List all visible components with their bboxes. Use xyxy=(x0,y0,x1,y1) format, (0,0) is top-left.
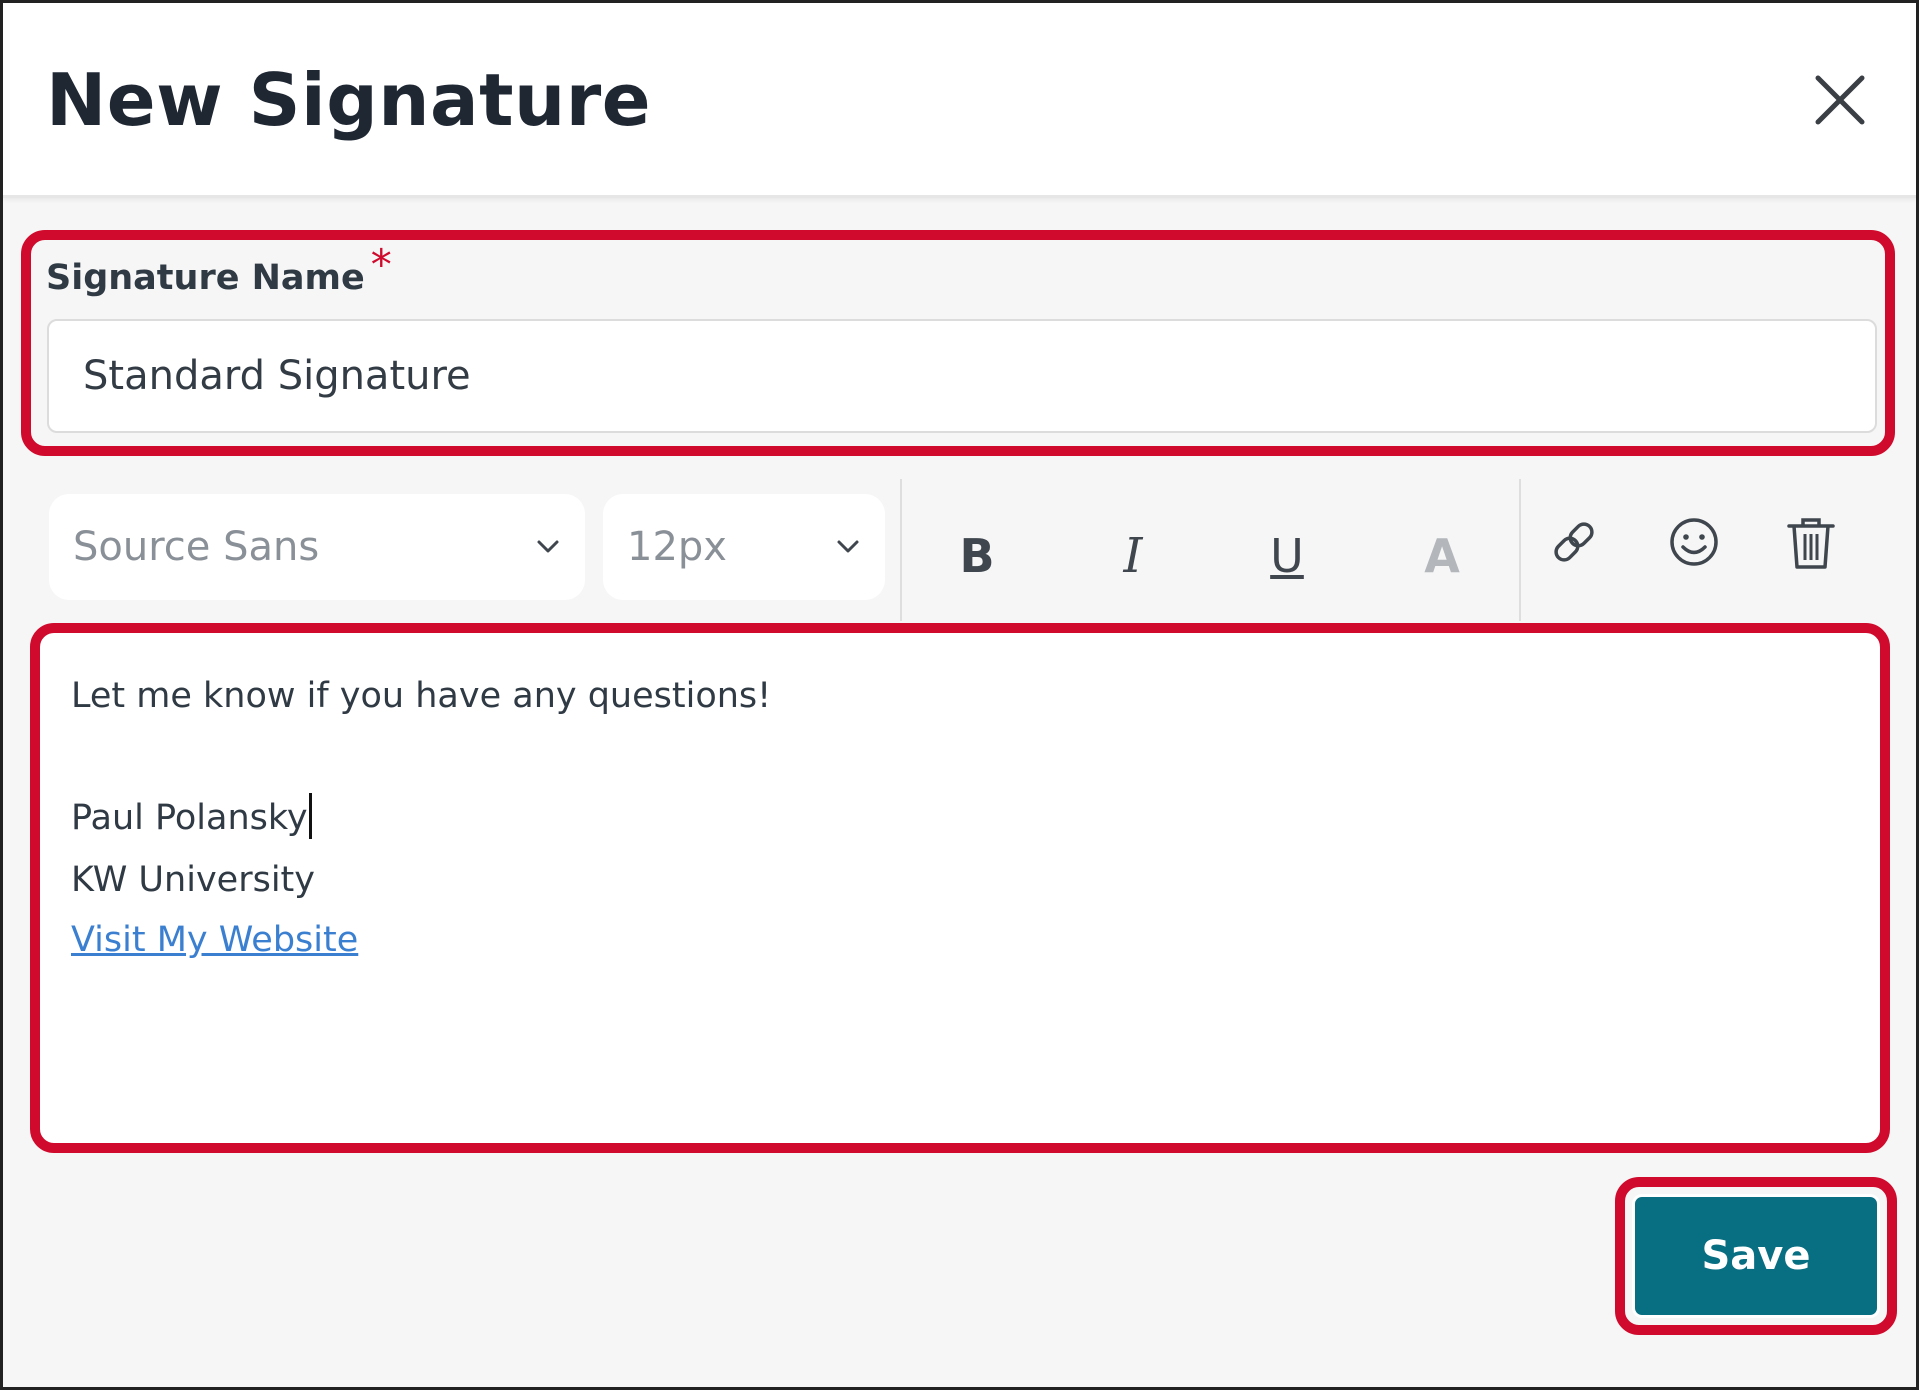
editor-text-name: Paul Polansky xyxy=(71,798,308,838)
trash-icon[interactable] xyxy=(1781,511,1841,573)
editor-link-line: Visit My Website xyxy=(71,915,358,965)
toolbar-divider xyxy=(1519,479,1521,621)
editor-text-line: KW University xyxy=(71,860,315,900)
text-color-button[interactable]: A xyxy=(1405,519,1479,593)
font-size-value: 12px xyxy=(627,524,727,570)
chevron-down-icon xyxy=(537,540,559,553)
signature-name-label: Signature Name * xyxy=(46,240,392,303)
emoji-icon[interactable] xyxy=(1664,511,1724,573)
font-family-select[interactable]: Source Sans xyxy=(49,494,585,600)
editor-text-line: Paul Polansky xyxy=(71,793,312,843)
italic-button[interactable]: I xyxy=(1096,519,1170,593)
bold-button[interactable]: B xyxy=(940,519,1014,593)
close-icon[interactable] xyxy=(1808,68,1872,132)
website-link[interactable]: Visit My Website xyxy=(71,920,358,960)
chevron-down-icon xyxy=(837,540,859,553)
font-size-select[interactable]: 12px xyxy=(603,494,885,600)
signature-name-label-text: Signature Name xyxy=(46,258,365,298)
signature-name-input[interactable] xyxy=(47,319,1877,433)
save-button[interactable]: Save xyxy=(1632,1194,1880,1318)
new-signature-dialog: New Signature Signature Name* Source San… xyxy=(0,0,1919,1390)
editor-text-line: Let me know if you have any questions! xyxy=(71,676,772,716)
underline-button[interactable]: U xyxy=(1250,519,1324,593)
required-marker: * xyxy=(370,240,392,289)
toolbar-divider xyxy=(900,479,902,621)
dialog-header: New Signature xyxy=(3,3,1916,198)
link-icon[interactable] xyxy=(1544,511,1604,573)
font-family-value: Source Sans xyxy=(73,524,320,570)
dialog-title: New Signature xyxy=(46,58,652,142)
text-caret xyxy=(308,793,312,839)
